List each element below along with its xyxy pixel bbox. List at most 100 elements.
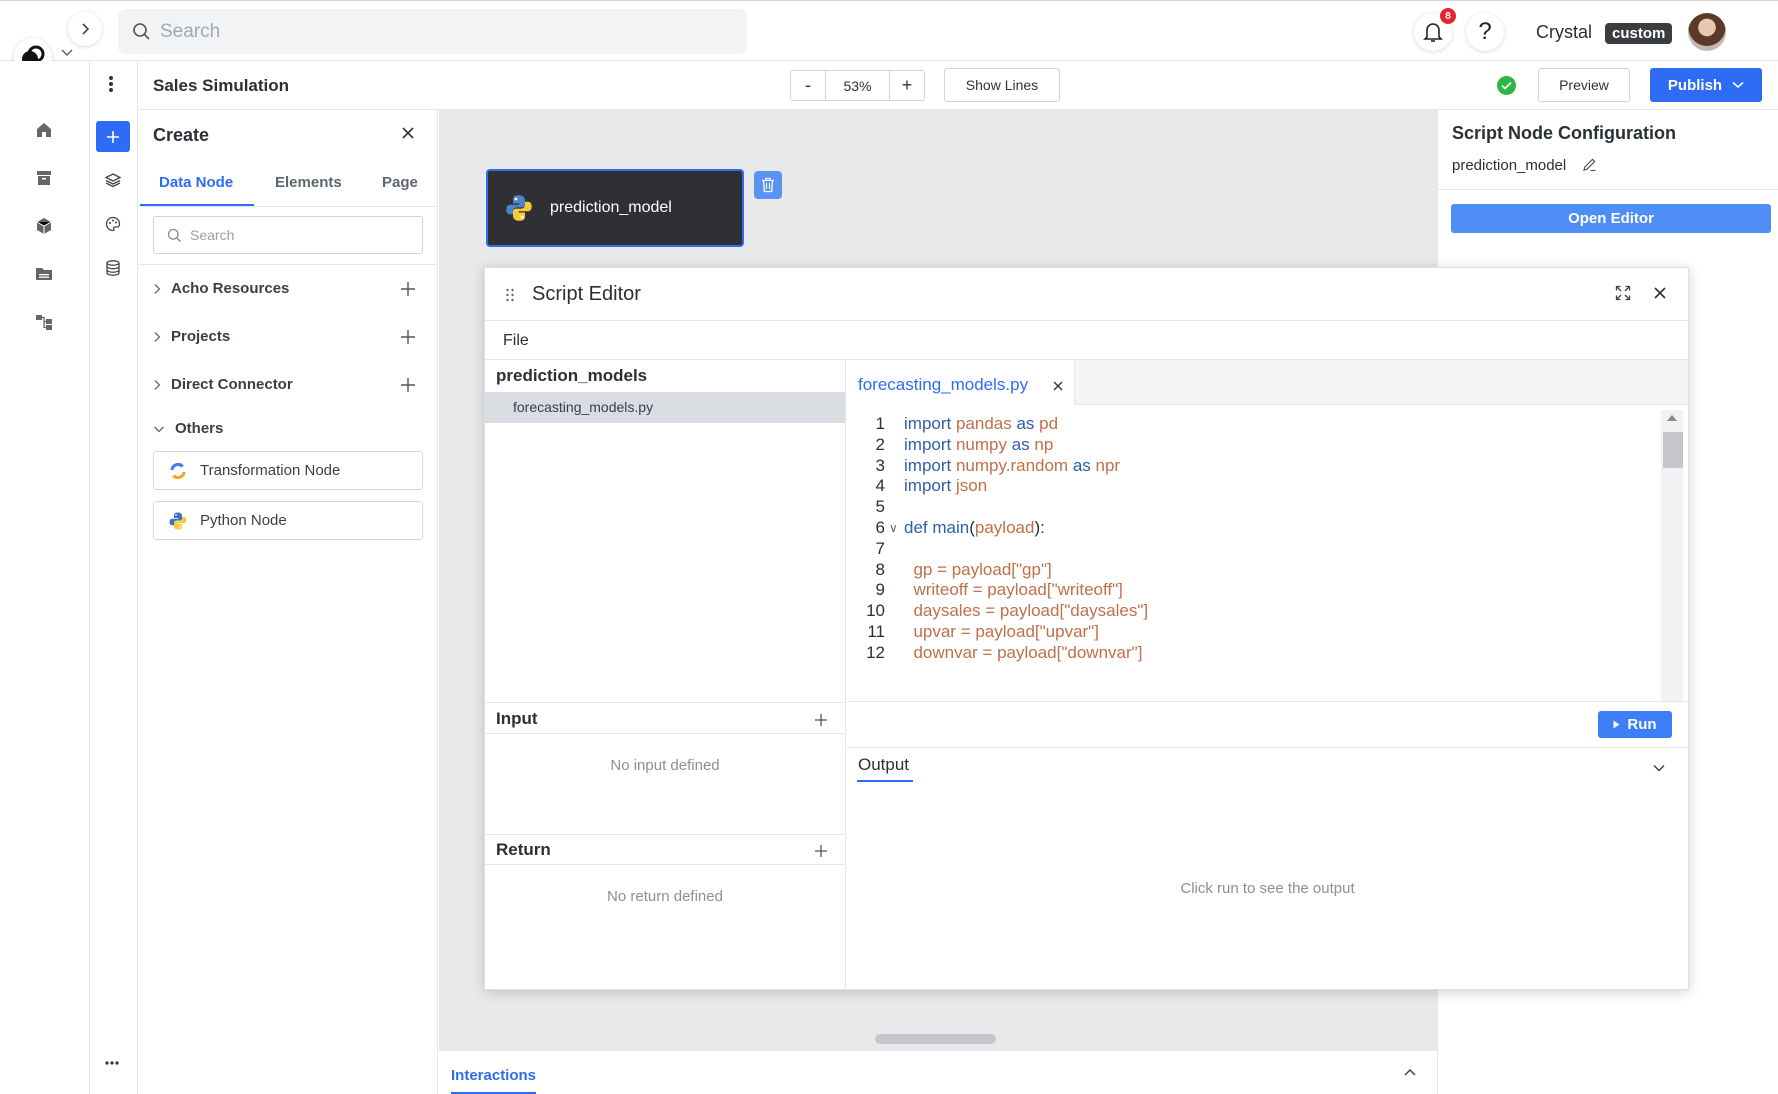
config-node-name: prediction_model <box>1452 157 1567 174</box>
line-number: 12 <box>866 642 885 662</box>
cube-icon[interactable] <box>32 214 56 238</box>
global-search-input[interactable] <box>160 9 720 54</box>
tab-output[interactable]: Output <box>858 755 909 775</box>
add-input-icon[interactable] <box>814 713 828 727</box>
divider <box>1437 189 1778 190</box>
workflow-icon[interactable] <box>32 310 56 334</box>
chevron-down-icon <box>1732 81 1744 89</box>
chevron-up-icon[interactable] <box>1403 1067 1417 1077</box>
search-icon <box>167 228 181 242</box>
create-search[interactable] <box>153 216 423 254</box>
run-button[interactable]: Run <box>1598 711 1672 738</box>
code-editor[interactable]: 1 import pandas as pd 2 import numpy as np 3… <box>847 406 1658 701</box>
close-icon[interactable] <box>1652 285 1670 303</box>
output-empty-message: Click run to see the output <box>1180 880 1355 897</box>
global-search[interactable] <box>118 9 747 54</box>
folder-name[interactable]: prediction_models <box>496 366 647 386</box>
help-button[interactable]: ? <box>1466 13 1504 51</box>
code-line[interactable]: 12 downvar = payload["downvar"] <box>847 641 1658 665</box>
create-panel <box>138 110 438 1094</box>
return-section-title: Return <box>496 840 551 859</box>
workspace-dropdown-icon[interactable] <box>60 48 74 58</box>
tab-elements[interactable]: Elements <box>275 174 342 191</box>
tab-page[interactable]: Page <box>382 174 418 191</box>
tree-item-direct-connector[interactable]: Direct Connector <box>153 376 293 393</box>
active-tab-indicator <box>140 204 254 206</box>
open-editor-button[interactable]: Open Editor <box>1451 204 1771 233</box>
layers-icon[interactable] <box>101 168 125 192</box>
status-ok-indicator <box>1497 76 1516 95</box>
transformation-node-card[interactable]: Transformation Node <box>153 451 423 490</box>
check-icon <box>1501 81 1512 90</box>
file-item-label: forecasting_models.py <box>513 399 654 415</box>
add-acho-resource-icon[interactable] <box>400 281 416 297</box>
chevron-down-icon <box>154 426 164 432</box>
divider <box>138 264 438 265</box>
plus-icon <box>107 130 119 143</box>
file-item-selected[interactable]: forecasting_models.py <box>485 392 845 423</box>
zoom-out-button[interactable]: - <box>791 71 825 100</box>
more-vertical-icon[interactable] <box>99 72 123 96</box>
canvas-horizontal-scrollbar[interactable] <box>875 1034 996 1044</box>
zoom-control: - 53% + <box>790 70 925 101</box>
divider <box>484 864 846 865</box>
folder-icon[interactable] <box>32 262 56 286</box>
code-text: downvar = payload["downvar"] <box>904 642 1143 662</box>
tab-data-node[interactable]: Data Node <box>159 174 233 191</box>
bell-icon <box>1423 23 1443 42</box>
edit-icon[interactable] <box>1582 157 1598 173</box>
database-icon[interactable] <box>101 256 125 280</box>
return-empty-message: No return defined <box>607 888 723 905</box>
file-menu[interactable]: File <box>503 332 529 350</box>
project-title: Sales Simulation <box>153 76 290 95</box>
code-scrollbar-thumb[interactable] <box>1663 432 1683 468</box>
tree-item-others[interactable]: Others <box>153 420 223 437</box>
chevron-down-icon[interactable] <box>1651 760 1667 776</box>
python-node-card[interactable]: Python Node <box>153 501 423 540</box>
add-project-icon[interactable] <box>400 329 416 345</box>
search-icon <box>133 23 150 40</box>
more-horizontal-icon[interactable] <box>104 1060 120 1066</box>
close-icon[interactable] <box>400 125 416 141</box>
archive-icon[interactable] <box>32 166 56 190</box>
divider <box>484 702 846 703</box>
create-button[interactable] <box>96 121 130 152</box>
tree-item-acho-resources[interactable]: Acho Resources <box>153 280 289 297</box>
publish-label: Publish <box>1667 76 1723 94</box>
create-search-input[interactable] <box>190 217 410 253</box>
run-bar <box>847 701 1688 748</box>
input-section-title: Input <box>496 709 538 728</box>
config-panel-title: Script Node Configuration <box>1452 123 1676 143</box>
node-card-label: Transformation Node <box>200 462 341 479</box>
trash-icon <box>762 177 774 193</box>
notification-badge: 8 <box>1440 8 1456 24</box>
canvas-node-label: prediction_model <box>550 199 672 216</box>
user-role-badge: custom <box>1605 23 1673 44</box>
script-editor-title: Script Editor <box>532 283 641 305</box>
chevron-right-icon <box>154 331 161 342</box>
add-direct-connector-icon[interactable] <box>400 377 416 393</box>
palette-icon[interactable] <box>101 212 125 236</box>
divider <box>484 733 846 734</box>
scroll-up-icon[interactable] <box>1665 413 1679 423</box>
avatar[interactable] <box>1688 13 1726 51</box>
home-icon[interactable] <box>32 118 56 142</box>
chevron-right-icon <box>154 283 161 294</box>
chevron-right-icon <box>82 23 90 35</box>
expand-sidebar-button[interactable] <box>68 12 102 46</box>
tab-interactions[interactable]: Interactions <box>451 1067 536 1084</box>
add-return-icon[interactable] <box>814 844 828 858</box>
code-tab-label[interactable]: forecasting_models.py <box>858 375 1028 395</box>
zoom-in-button[interactable]: + <box>890 71 924 100</box>
canvas-node-prediction-model[interactable]: prediction_model <box>486 169 744 247</box>
user-name: Crystal <box>1536 22 1593 42</box>
zoom-level: 53% <box>825 71 890 100</box>
delete-node-button[interactable] <box>754 171 782 199</box>
fullscreen-icon[interactable] <box>1615 285 1633 303</box>
preview-button[interactable]: Preview <box>1538 68 1630 102</box>
drag-handle-icon[interactable] <box>504 287 516 303</box>
publish-button[interactable]: Publish <box>1650 68 1762 102</box>
show-lines-button[interactable]: Show Lines <box>944 68 1060 102</box>
close-tab-icon[interactable] <box>1052 380 1064 392</box>
tree-item-projects[interactable]: Projects <box>153 328 230 345</box>
